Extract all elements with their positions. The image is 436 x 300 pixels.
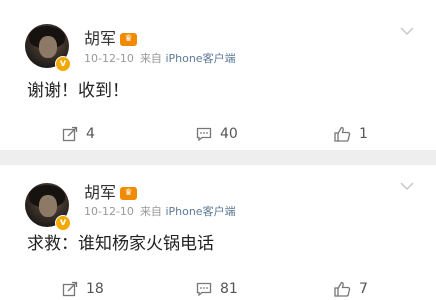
- chevron-down-icon[interactable]: [400, 181, 414, 191]
- like-count: 7: [359, 281, 368, 297]
- verified-badge-icon: v: [55, 215, 71, 231]
- repost-icon: [62, 126, 78, 142]
- source-device[interactable]: iPhone客户端: [165, 205, 235, 218]
- action-bar: 18 81 7: [0, 277, 436, 300]
- like-button[interactable]: 7: [334, 277, 368, 300]
- source-prefix: 来自: [139, 205, 162, 218]
- post-meta: 10-12-10 来自 iPhone客户端: [84, 52, 236, 65]
- post-text: 求救：谁知杨家火锅电话: [27, 234, 214, 254]
- post-card: v 胡军 ♛ 10-12-10 来自 iPhone客户端 谢谢！收到！ 4 40…: [0, 0, 436, 150]
- thumbs-up-icon: [334, 281, 351, 297]
- comment-button[interactable]: 40: [196, 122, 238, 146]
- post-meta: 10-12-10 来自 iPhone客户端: [84, 205, 236, 218]
- repost-count: 4: [86, 126, 95, 142]
- comment-count: 40: [220, 126, 238, 142]
- avatar-face: [39, 36, 57, 58]
- comment-icon: [196, 282, 212, 297]
- action-bar: 4 40 1: [0, 122, 436, 146]
- repost-icon: [62, 281, 78, 297]
- vip-crown-icon[interactable]: ♛: [120, 33, 137, 46]
- source-device[interactable]: iPhone客户端: [165, 52, 235, 65]
- author-name[interactable]: 胡军: [84, 184, 116, 202]
- repost-button[interactable]: 4: [62, 122, 95, 146]
- post-card: v 胡军 ♛ 10-12-10 来自 iPhone客户端 求救：谁知杨家火锅电话 …: [0, 165, 436, 300]
- repost-count: 18: [86, 281, 104, 297]
- comment-button[interactable]: 81: [196, 277, 238, 300]
- avatar-face: [39, 195, 57, 217]
- verified-badge-icon: v: [55, 56, 71, 72]
- post-date: 10-12-10: [84, 52, 134, 65]
- weibo-feed: v 胡军 ♛ 10-12-10 来自 iPhone客户端 谢谢！收到！ 4 40…: [0, 0, 436, 300]
- vip-crown-icon[interactable]: ♛: [120, 187, 137, 200]
- source-prefix: 来自: [139, 52, 162, 65]
- like-button[interactable]: 1: [334, 122, 368, 146]
- repost-button[interactable]: 18: [62, 277, 104, 300]
- comment-count: 81: [220, 281, 238, 297]
- like-count: 1: [359, 126, 368, 142]
- thumbs-up-icon: [334, 126, 351, 142]
- post-text: 谢谢！收到！: [27, 81, 129, 101]
- chevron-down-icon[interactable]: [400, 26, 414, 36]
- post-date: 10-12-10: [84, 205, 134, 218]
- author-name[interactable]: 胡军: [84, 30, 116, 48]
- comment-icon: [196, 127, 212, 142]
